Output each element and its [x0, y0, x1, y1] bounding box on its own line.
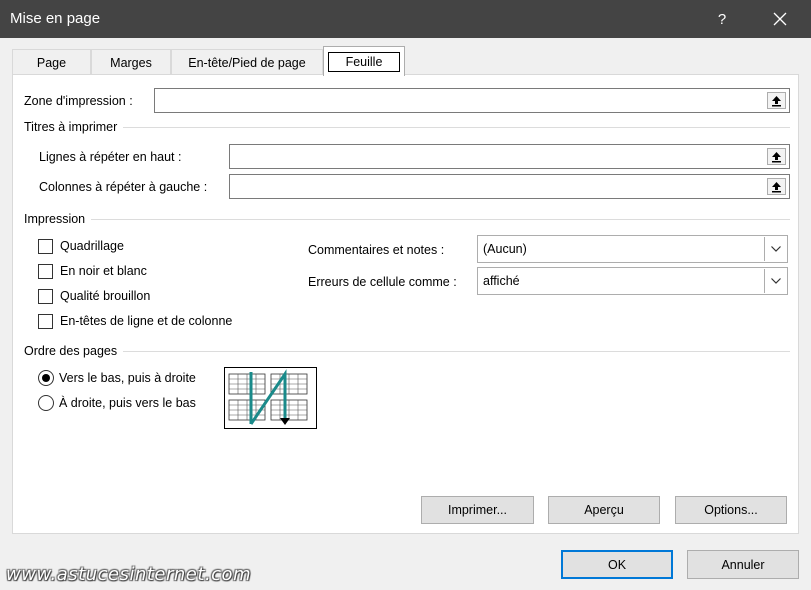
comments-value: (Aucun) — [483, 242, 527, 256]
preview-button-label: Aperçu — [584, 503, 624, 517]
radio-circle[interactable] — [38, 395, 54, 411]
page-order-illustration-icon — [228, 369, 308, 425]
page-order-preview — [224, 367, 317, 429]
section-divider — [123, 350, 790, 352]
over-then-down-radio[interactable]: À droite, puis vers le bas — [38, 394, 196, 412]
title-bar: Mise en page ? — [0, 0, 811, 38]
row-col-headings-label: En-têtes de ligne et de colonne — [60, 314, 233, 328]
options-button-label: Options... — [704, 503, 758, 517]
tab-sheet[interactable]: Feuille — [323, 46, 405, 76]
checkbox-box[interactable] — [38, 238, 53, 254]
chevron-down-icon — [770, 246, 781, 252]
rows-collapse-button[interactable] — [767, 148, 786, 165]
cols-collapse-button[interactable] — [767, 178, 786, 195]
print-titles-section: Titres à imprimer — [24, 119, 790, 135]
gridlines-checkbox[interactable]: Quadrillage — [38, 237, 124, 255]
sheet-panel: Zone d'impression : Titres à imprimer Li… — [12, 74, 799, 534]
cancel-button-label: Annuler — [721, 557, 765, 572]
cell-errors-dropdown-button[interactable] — [764, 269, 786, 293]
page-order-section: Ordre des pages — [24, 343, 790, 359]
collapse-arrow-icon — [772, 181, 781, 192]
cell-errors-value: affiché — [483, 274, 520, 288]
printing-section: Impression — [24, 211, 790, 227]
comments-dropdown-button[interactable] — [764, 237, 786, 261]
tab-margins-label: Marges — [110, 55, 152, 70]
draft-quality-label: Qualité brouillon — [60, 289, 151, 303]
chevron-down-icon — [770, 278, 781, 284]
collapse-arrow-icon — [772, 151, 781, 162]
help-icon: ? — [717, 10, 727, 28]
tab-page[interactable]: Page — [12, 49, 91, 75]
print-button-label: Imprimer... — [447, 503, 508, 517]
ok-button-label: OK — [607, 557, 627, 572]
over-then-down-label: À droite, puis vers le bas — [59, 396, 196, 410]
close-button[interactable] — [757, 0, 803, 38]
gridlines-label: Quadrillage — [60, 239, 124, 253]
comments-select[interactable]: (Aucun) — [477, 235, 788, 263]
print-area-collapse-button[interactable] — [767, 92, 786, 109]
print-area-input[interactable] — [154, 88, 790, 113]
ok-button[interactable]: OK — [561, 550, 673, 579]
checkbox-box[interactable] — [38, 313, 53, 329]
page-order-heading: Ordre des pages — [24, 344, 118, 358]
cols-to-repeat-label: Colonnes à répéter à gauche : — [39, 180, 208, 194]
cancel-button[interactable]: Annuler — [687, 550, 799, 579]
radio-circle[interactable] — [38, 370, 54, 386]
comments-label: Commentaires et notes : — [308, 243, 445, 257]
tab-margins[interactable]: Marges — [91, 49, 171, 75]
checkbox-box[interactable] — [38, 288, 53, 304]
rows-to-repeat-input[interactable] — [229, 144, 790, 169]
row-col-headings-checkbox[interactable]: En-têtes de ligne et de colonne — [38, 312, 232, 330]
help-button[interactable]: ? — [699, 0, 745, 38]
section-divider — [91, 218, 790, 220]
checkbox-box[interactable] — [38, 263, 53, 279]
cell-errors-select[interactable]: affiché — [477, 267, 788, 295]
draft-quality-checkbox[interactable]: Qualité brouillon — [38, 287, 150, 305]
print-area-label: Zone d'impression : — [24, 94, 133, 108]
preview-button[interactable]: Aperçu — [548, 496, 660, 524]
section-divider — [123, 126, 790, 128]
tab-header-footer-label: En-tête/Pied de page — [188, 55, 306, 70]
cell-errors-label: Erreurs de cellule comme : — [308, 275, 457, 289]
black-white-label: En noir et blanc — [60, 264, 147, 278]
window-title: Mise en page — [10, 10, 101, 27]
down-then-over-label: Vers le bas, puis à droite — [59, 371, 196, 385]
tab-page-label: Page — [36, 55, 67, 70]
close-icon — [773, 12, 787, 26]
printing-heading: Impression — [24, 212, 86, 226]
watermark-text: www.astucesinternet.com — [6, 564, 252, 585]
tab-sheet-label: Feuille — [327, 51, 401, 72]
options-button[interactable]: Options... — [675, 496, 787, 524]
rows-to-repeat-label: Lignes à répéter en haut : — [39, 150, 182, 164]
cols-to-repeat-input[interactable] — [229, 174, 790, 199]
tab-header-footer[interactable]: En-tête/Pied de page — [171, 49, 323, 75]
print-titles-heading: Titres à imprimer — [24, 120, 118, 134]
collapse-arrow-icon — [772, 95, 781, 106]
down-then-over-radio[interactable]: Vers le bas, puis à droite — [38, 369, 196, 387]
print-button[interactable]: Imprimer... — [421, 496, 534, 524]
black-white-checkbox[interactable]: En noir et blanc — [38, 262, 147, 280]
